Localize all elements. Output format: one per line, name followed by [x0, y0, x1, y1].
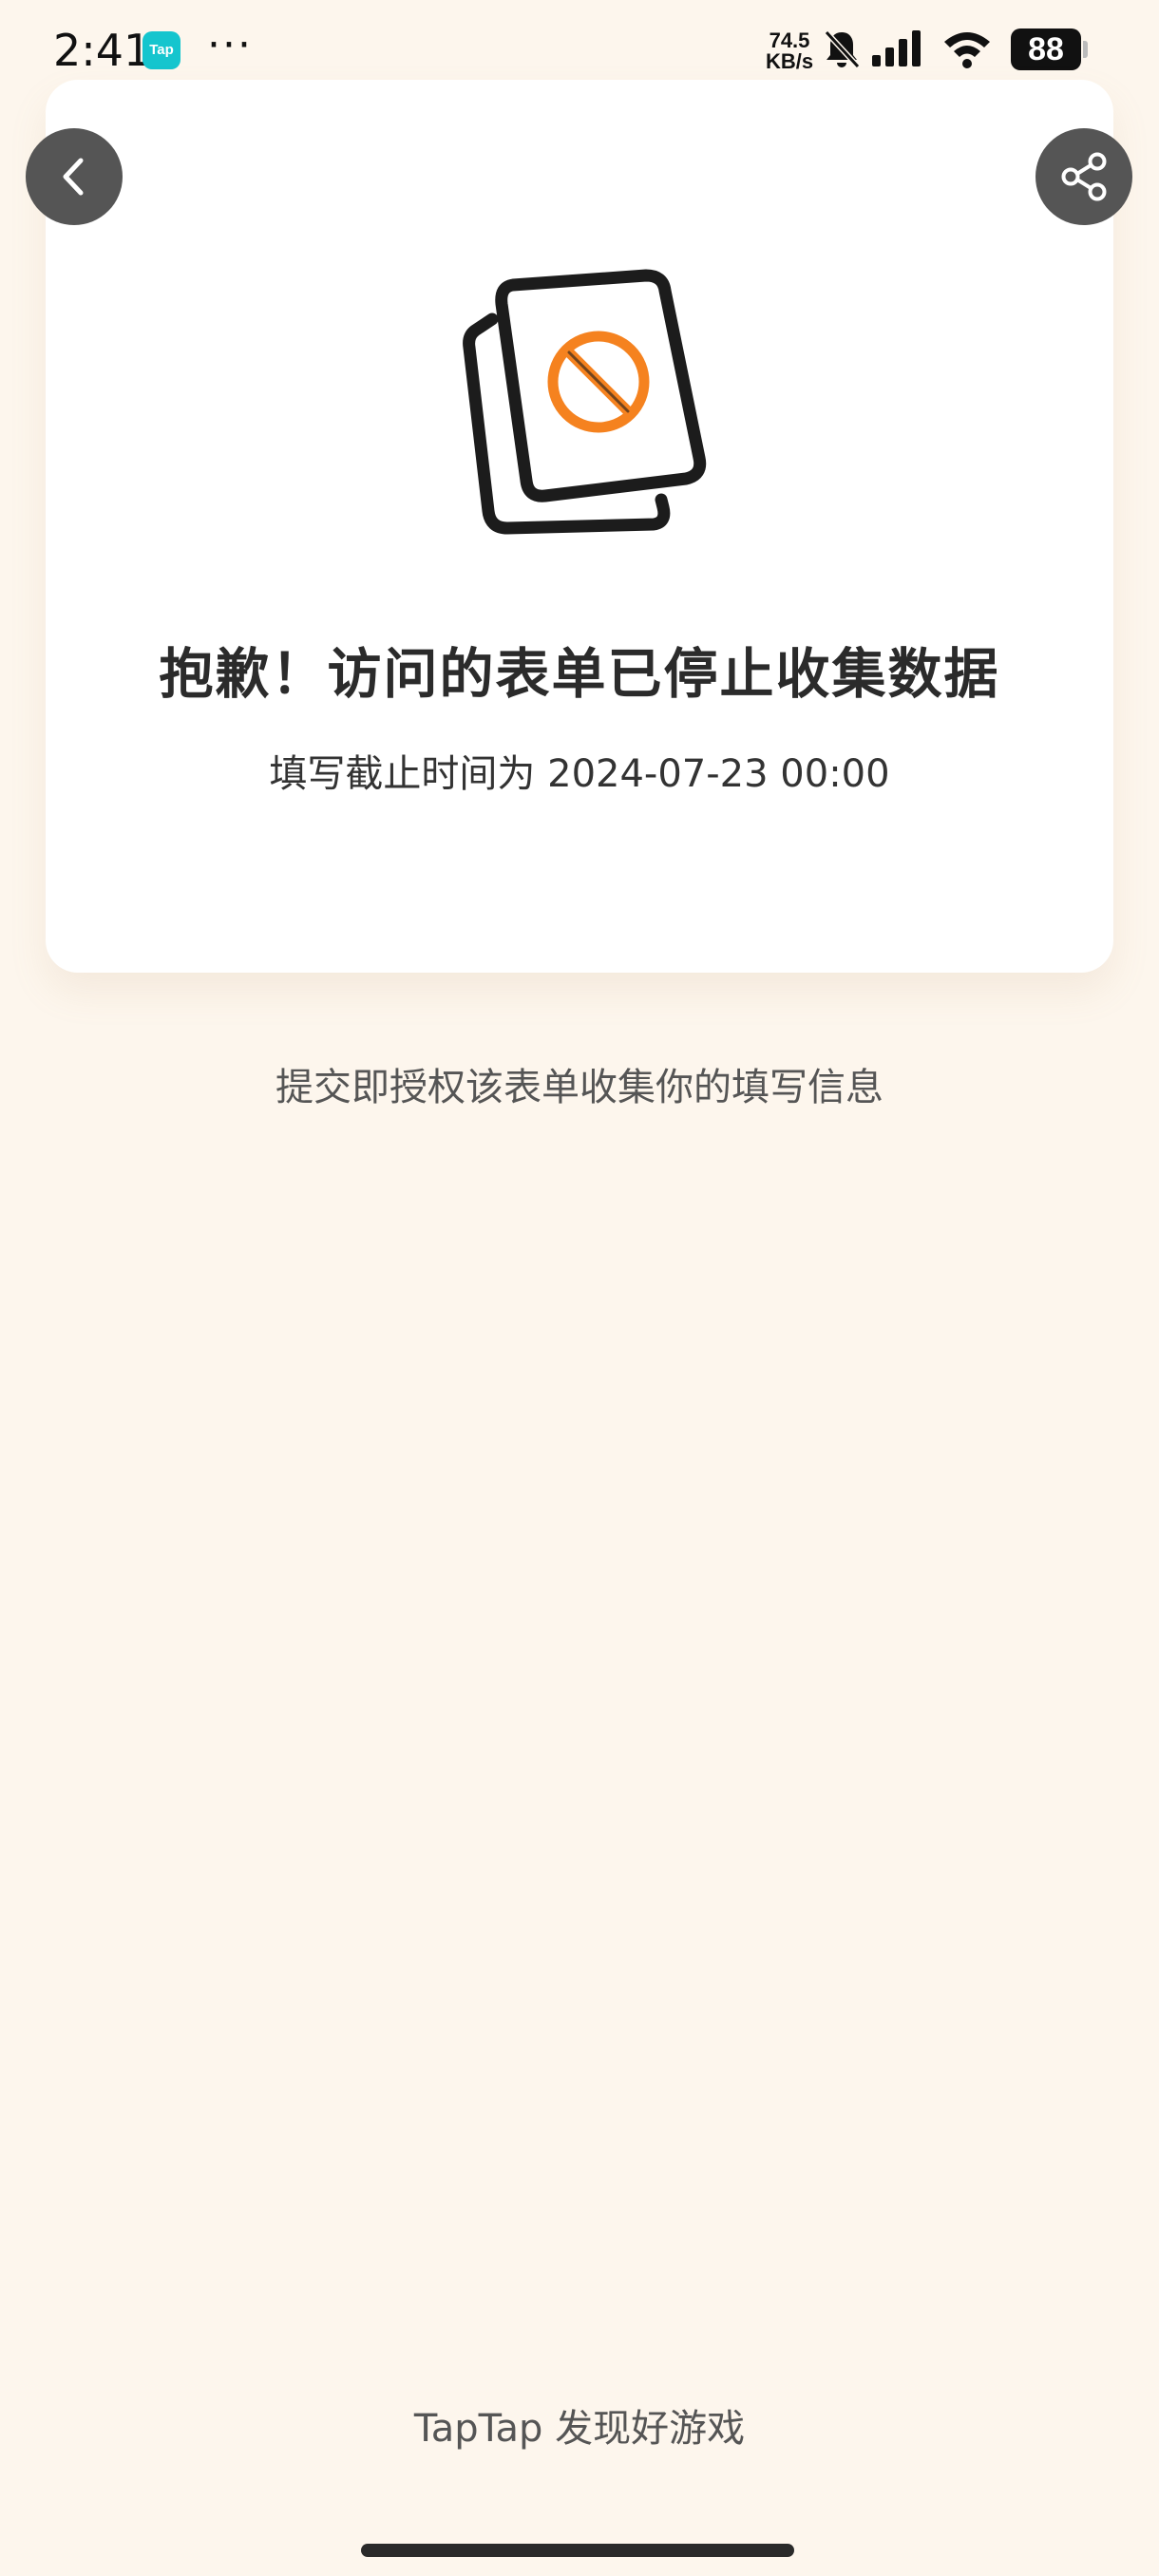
back-button[interactable]	[26, 128, 123, 225]
status-time: 2:41	[53, 25, 152, 76]
taptap-app-icon: Tap	[142, 31, 180, 69]
consent-text: 提交即授权该表单收集你的填写信息	[276, 1066, 884, 1109]
network-speed-value: 74.5	[769, 28, 810, 52]
chevron-left-icon	[63, 158, 84, 196]
form-closed-icon	[463, 269, 707, 535]
wifi-icon	[944, 32, 990, 68]
network-speed-unit: KB/s	[765, 49, 814, 73]
share-icon	[1061, 152, 1107, 201]
bell-off-icon	[824, 29, 861, 69]
battery-tip	[1083, 41, 1088, 58]
footer-brand: TapTap 发现好游戏	[413, 2407, 746, 2451]
battery-icon: 88	[1011, 28, 1081, 70]
share-button[interactable]	[1036, 128, 1132, 225]
home-indicator[interactable]	[361, 2544, 794, 2557]
page-title: 抱歉！访问的表单已停止收集数据	[159, 643, 1000, 706]
more-notifications-icon: ···	[207, 21, 253, 69]
deadline-text: 填写截止时间为 2024-07-23 00:00	[269, 752, 890, 796]
signal-icon	[872, 30, 921, 66]
network-speed: 74.5 KB/s	[760, 30, 819, 72]
